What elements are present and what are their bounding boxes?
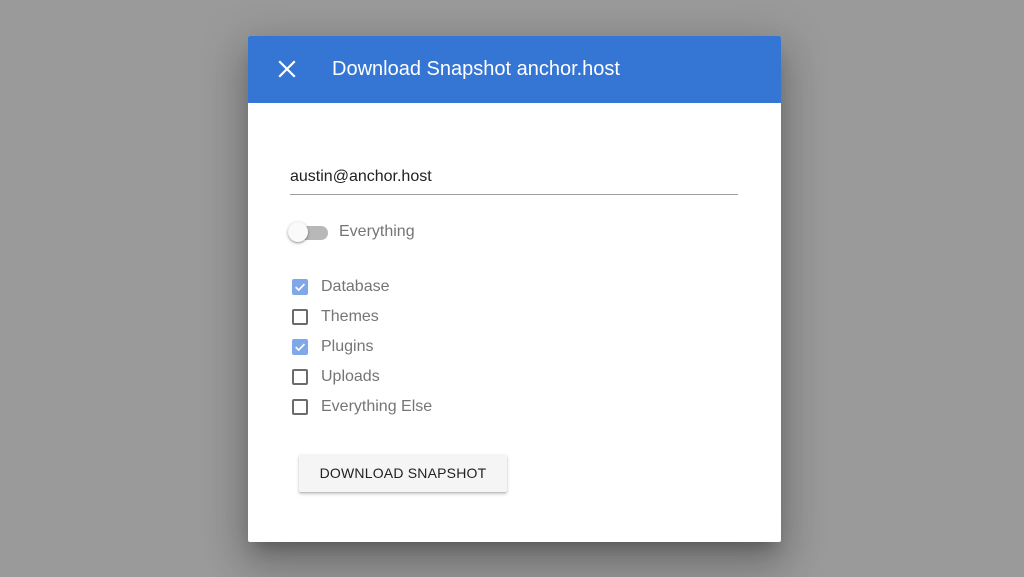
toggle-thumb	[288, 222, 308, 242]
toggle-label: Everything	[339, 223, 415, 240]
option-plugins[interactable]: Plugins	[292, 332, 592, 362]
option-everything-else[interactable]: Everything Else	[292, 392, 592, 422]
download-snapshot-button[interactable]: DOWNLOAD SNAPSHOT	[299, 454, 507, 492]
dialog-toolbar: Download Snapshot anchor.host	[248, 36, 781, 103]
dialog-title: Download Snapshot anchor.host	[332, 58, 620, 80]
option-label: Plugins	[321, 338, 374, 355]
option-label: Uploads	[321, 368, 380, 385]
checkbox[interactable]	[292, 399, 308, 415]
toggle-switch[interactable]	[288, 220, 330, 244]
checkbox[interactable]	[292, 309, 308, 325]
checkmark-icon	[295, 343, 306, 352]
option-label: Themes	[321, 308, 379, 325]
checkbox[interactable]	[292, 279, 308, 295]
close-button[interactable]	[270, 52, 304, 86]
option-uploads[interactable]: Uploads	[292, 362, 592, 392]
checkbox[interactable]	[292, 369, 308, 385]
everything-toggle[interactable]: Everything	[288, 219, 415, 245]
checkbox[interactable]	[292, 339, 308, 355]
option-label: Everything Else	[321, 398, 433, 415]
snapshot-options-list: Database Themes Plugins Uploads Everythi…	[292, 272, 592, 422]
email-field[interactable]	[290, 164, 738, 195]
option-themes[interactable]: Themes	[292, 302, 592, 332]
checkmark-icon	[295, 283, 306, 292]
email-input[interactable]	[290, 164, 738, 190]
download-snapshot-dialog: Download Snapshot anchor.host Everything…	[248, 36, 781, 542]
option-database[interactable]: Database	[292, 272, 592, 302]
close-icon	[278, 60, 296, 78]
option-label: Database	[321, 278, 390, 295]
